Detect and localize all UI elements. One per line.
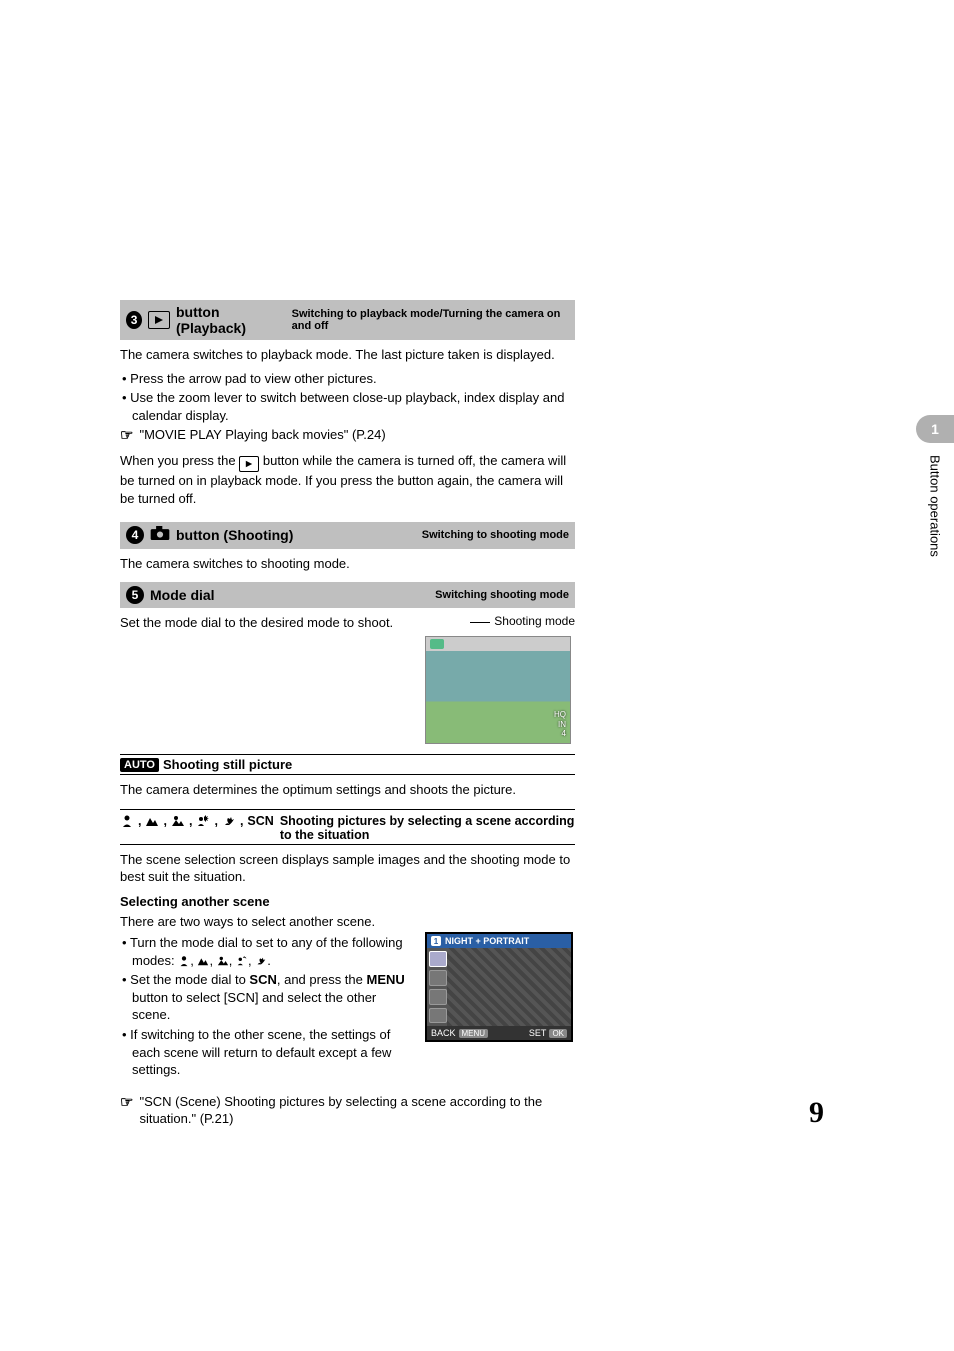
lcd-side-item [429, 951, 447, 967]
section3-bullet2: Use the zoom lever to switch between clo… [120, 389, 575, 424]
scene-b1-text: Turn the mode dial to set to any of the … [130, 935, 403, 968]
reference-icon: ☞ [120, 426, 133, 446]
lcd-side-icons [427, 948, 447, 1026]
section3-header: 3 button (Playback) Switching to playbac… [120, 300, 575, 340]
section3-title: button (Playback) [176, 304, 282, 336]
scene-mode-icons: , , , , , SCN [120, 814, 274, 828]
section3-p2: When you press the button while the came… [120, 452, 575, 507]
camera-icon [150, 526, 170, 545]
section5-number: 5 [126, 586, 144, 604]
lcd-side-item [429, 970, 447, 986]
section3-subtitle: Switching to playback mode/Turning the c… [292, 308, 569, 332]
playback-icon [148, 311, 170, 329]
mode-indicator-icon [430, 639, 444, 649]
scene-b2a: Set the mode dial to [130, 972, 249, 987]
lcd-back-btn: MENU [459, 1029, 489, 1038]
scene-ref-text: "SCN (Scene) Shooting pictures by select… [139, 1093, 575, 1128]
scene-bullet1: Turn the mode dial to set to any of the … [120, 934, 415, 969]
section5-subtitle: Switching shooting mode [435, 589, 569, 601]
scene-bullet3: If switching to the other scene, the set… [120, 1026, 415, 1079]
divider [120, 754, 575, 755]
lcd-header-num: 1 [431, 936, 441, 946]
section4-number: 4 [126, 526, 144, 544]
page-number: 9 [809, 1096, 824, 1130]
section3-ref: ☞ "MOVIE PLAY Playing back movies" (P.24… [120, 426, 575, 446]
scene-bullet2: Set the mode dial to SCN, and press the … [120, 971, 415, 1024]
chapter-label: Button operations [928, 455, 943, 557]
scene-b2b: , and press the [277, 972, 367, 987]
section4-title: button (Shooting) [176, 527, 293, 543]
scene-ref: ☞ "SCN (Scene) Shooting pictures by sele… [120, 1093, 575, 1128]
scene-title: Shooting pictures by selecting a scene a… [280, 814, 575, 842]
section5-title: Mode dial [150, 587, 215, 603]
chapter-side-tab: 1 Button operations [916, 415, 954, 557]
lcd-set: SETOK [529, 1028, 567, 1038]
auto-intro: The camera determines the optimum settin… [120, 781, 575, 799]
hud-count: 4 [554, 729, 566, 739]
photo-top-bar [426, 637, 570, 651]
lcd-main-image [447, 948, 571, 1026]
auto-title: Shooting still picture [163, 757, 292, 772]
lcd-side-item [429, 989, 447, 1005]
scene-subheading: Selecting another scene [120, 894, 575, 909]
lcd-body [427, 948, 571, 1026]
playback-icon-inline [239, 456, 259, 472]
lcd-footer: BACKMENU SETOK [427, 1026, 571, 1040]
section3-ref-text: "MOVIE PLAY Playing back movies" (P.24) [139, 426, 385, 444]
shooting-mode-label: Shooting mode [494, 614, 575, 628]
photo-body: HQ IN 4 [426, 651, 570, 743]
menu-bold: MENU [367, 972, 405, 987]
section5-header: 5 Mode dial Switching shooting mode [120, 582, 575, 608]
lcd-side-item [429, 1008, 447, 1024]
section3-number: 3 [126, 311, 142, 329]
reference-icon: ☞ [120, 1093, 133, 1113]
scene-b2c: button to select [SCN] and select the ot… [132, 990, 376, 1023]
lcd-header: 1 NIGHT + PORTRAIT [427, 934, 571, 948]
hud-quality: HQ [554, 710, 566, 720]
sample-photo-preview: HQ IN 4 [425, 636, 571, 744]
scene-intro: The scene selection screen displays samp… [120, 851, 575, 886]
auto-heading: AUTO Shooting still picture [120, 757, 575, 775]
section4-header: 4 button (Shooting) Switching to shootin… [120, 522, 575, 549]
scene-heading: , , , , , SCN Shooting pictures by selec… [120, 812, 575, 845]
section4-subtitle: Switching to shooting mode [422, 529, 569, 541]
lcd-back: BACKMENU [431, 1028, 488, 1038]
scn-bold: SCN [249, 972, 276, 987]
section4-intro: The camera switches to shooting mode. [120, 555, 575, 573]
section3-p2a: When you press the [120, 453, 239, 468]
photo-hud: HQ IN 4 [554, 710, 566, 739]
section5-intro: Set the mode dial to the desired mode to… [120, 614, 415, 632]
lcd-header-text: NIGHT + PORTRAIT [445, 936, 529, 946]
scn-label: SCN [247, 814, 273, 828]
lcd-set-btn: OK [549, 1029, 567, 1038]
divider [120, 809, 575, 810]
section3-intro: The camera switches to playback mode. Th… [120, 346, 575, 364]
scene-p2: There are two ways to select another sce… [120, 913, 575, 931]
section3-bullet1: Press the arrow pad to view other pictur… [120, 370, 575, 388]
scene-lcd-preview: 1 NIGHT + PORTRAIT BACKMENU [425, 932, 573, 1042]
chapter-number-pill: 1 [916, 415, 954, 443]
auto-tag: AUTO [120, 758, 159, 772]
